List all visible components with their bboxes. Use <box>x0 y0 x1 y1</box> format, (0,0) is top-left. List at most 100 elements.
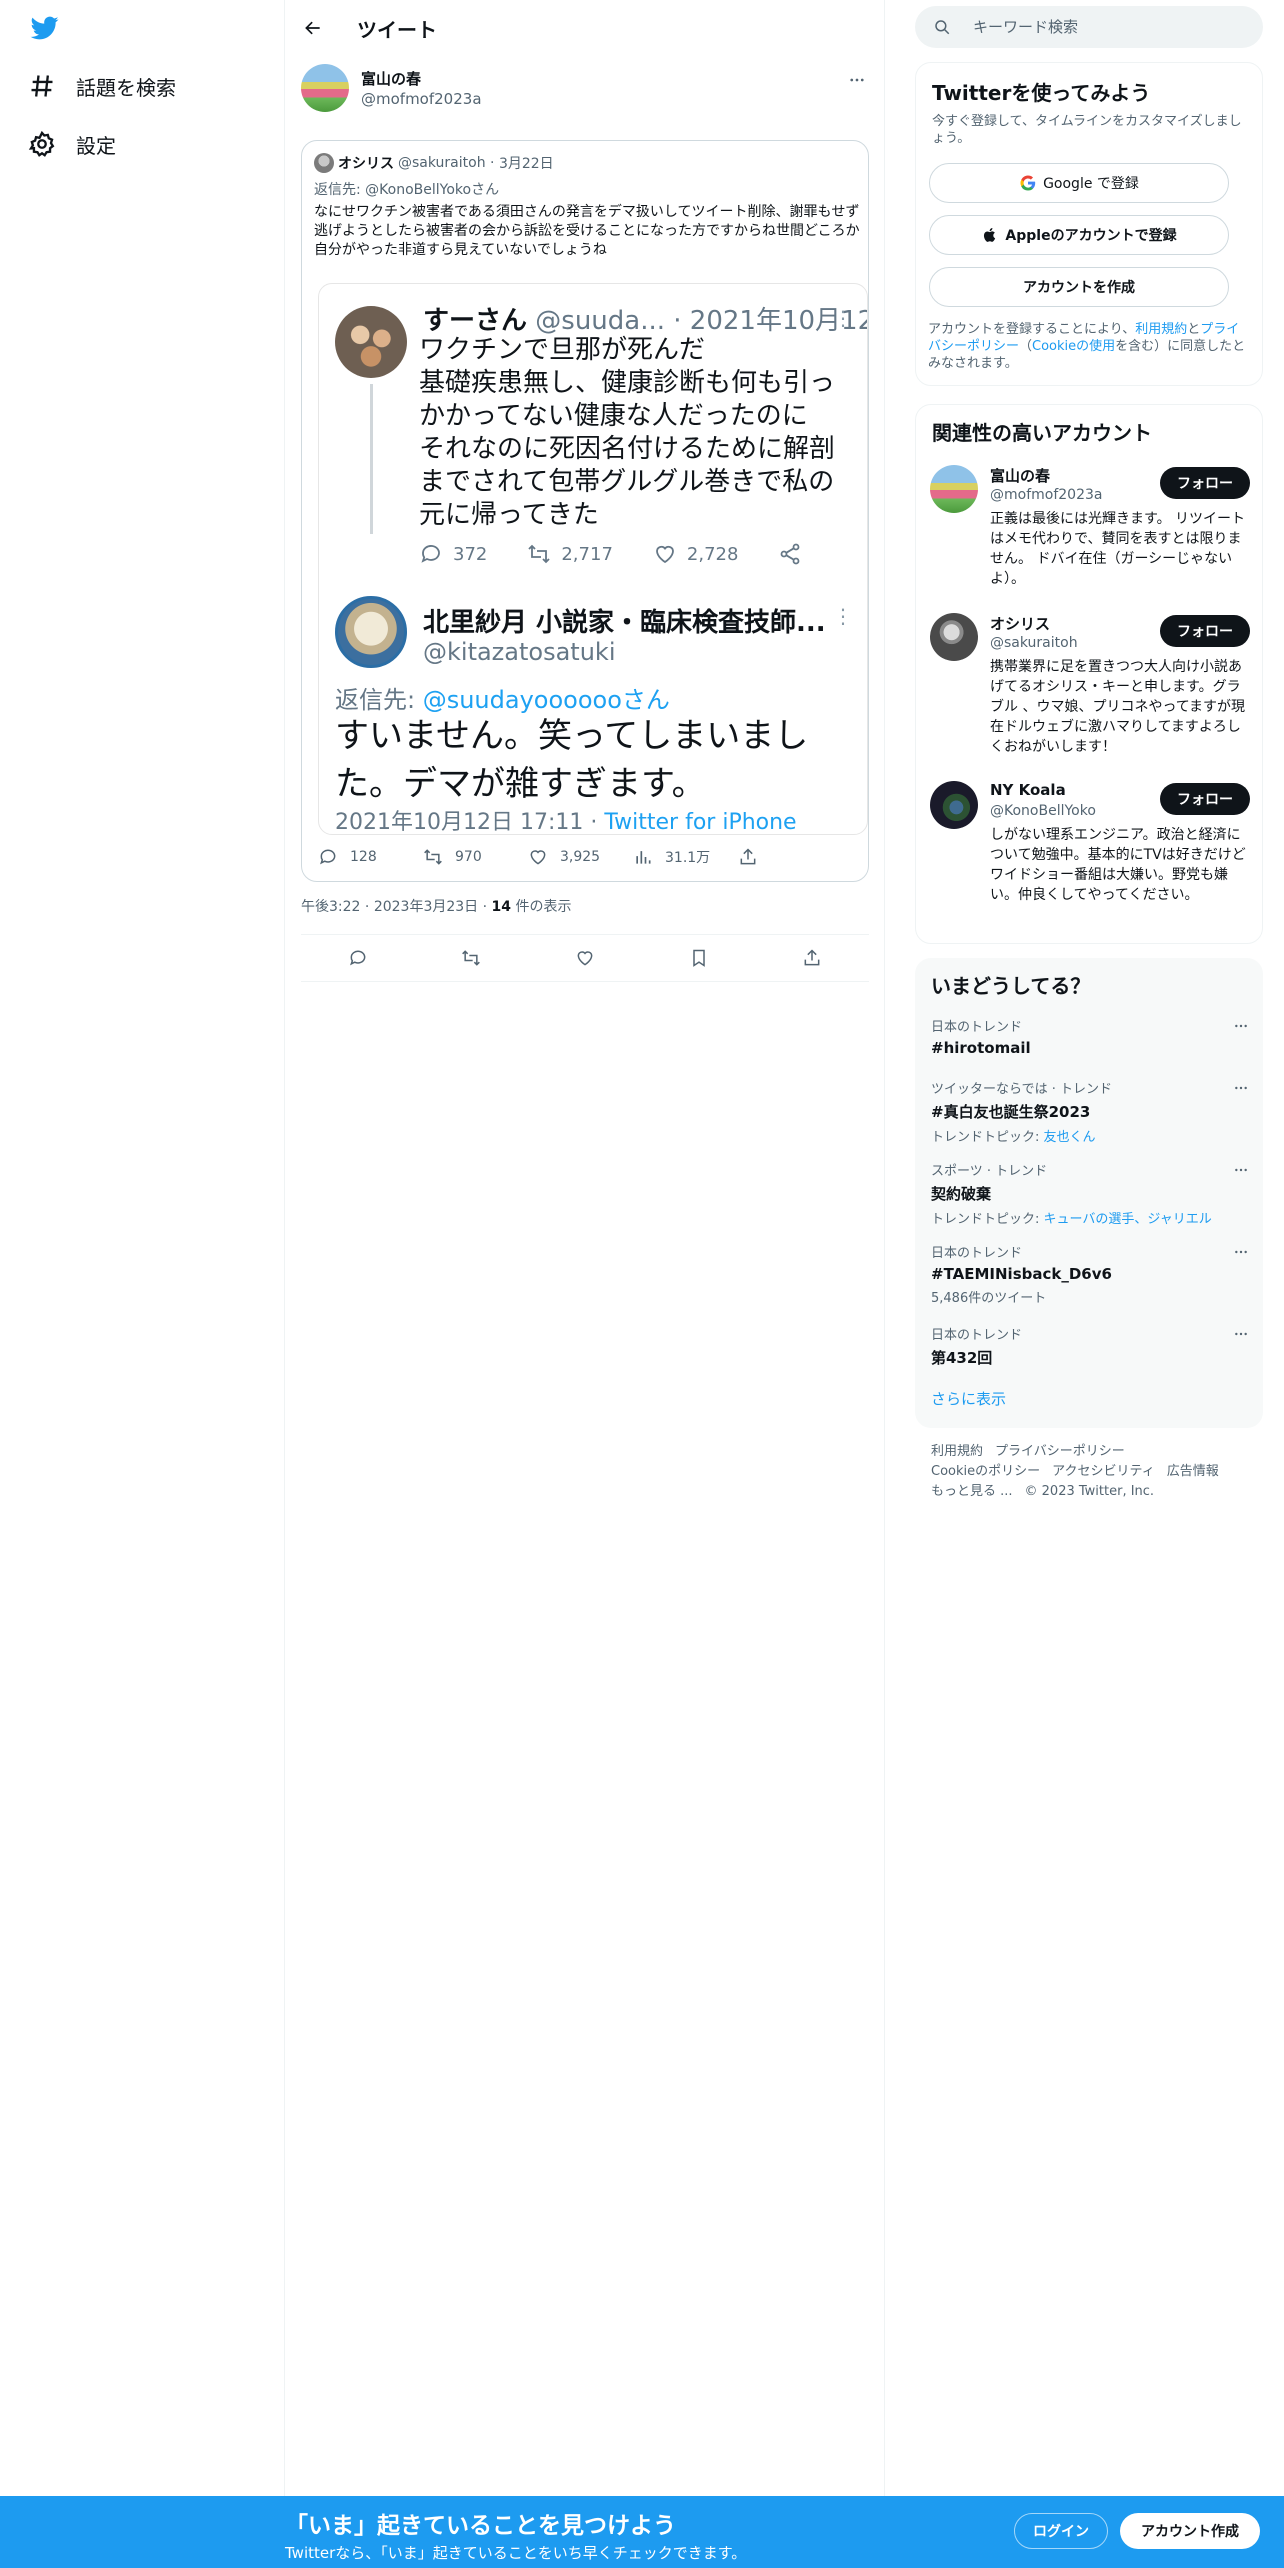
follow-button[interactable]: フォロー <box>1160 783 1250 815</box>
trend-more-button[interactable] <box>1231 1160 1251 1180</box>
like-button[interactable] <box>567 940 603 976</box>
terms-link[interactable]: 利用規約 <box>1135 322 1187 337</box>
nav-explore[interactable]: 話題を検索 <box>28 66 176 106</box>
avatar[interactable] <box>930 613 978 661</box>
avatar[interactable] <box>930 465 978 513</box>
analytics-icon <box>636 851 651 864</box>
quoted-like-button[interactable]: 3,925 <box>528 847 633 867</box>
related-account[interactable]: オシリス @sakuraitoh フォロー 携帯業界に足を置きつつ大人向け小説あ… <box>930 613 1250 763</box>
bookmark-button[interactable] <box>681 940 717 976</box>
quoted-like-count: 3,925 <box>560 849 601 865</box>
apple-signup-label: Appleのアカウントで登録 <box>1005 228 1177 244</box>
quoted-tweet-date: 3月22日 <box>498 156 554 172</box>
google-icon <box>1020 175 1036 191</box>
create-account-button[interactable]: アカウントを作成 <box>929 267 1229 307</box>
copyright: © 2023 Twitter, Inc. <box>1024 1484 1155 1499</box>
image-post2-time-line: 2021年10月12日 17:11 · Twitter for iPhone <box>335 804 797 835</box>
author-handle[interactable]: @mofmof2023a <box>361 90 482 108</box>
reply-to-link[interactable]: @KonoBellYoko <box>365 182 471 198</box>
nav-settings[interactable]: 設定 <box>28 124 116 164</box>
quoted-views-button[interactable]: 31.1万 <box>633 847 738 867</box>
trend-item[interactable]: 日本のトレンド #TAEMINisback_D6v6 5,486件のツイート <box>931 1242 1251 1306</box>
quoted-views-count: 31.1万 <box>665 850 711 866</box>
twitter-bird-icon[interactable] <box>28 14 62 42</box>
apple-signup-button[interactable]: Appleのアカウントで登録 <box>929 215 1229 255</box>
related-accounts-card: 関連性の高いアカウント 富山の春 @mofmof2023a フォロー 正義は最後… <box>915 404 1263 944</box>
quoted-author-handle: @sakuraitoh <box>398 155 486 171</box>
quoted-tweet[interactable]: オシリス @sakuraitoh · 3月22日 返信先: @KonoBellY… <box>301 140 869 882</box>
related-title: 関連性の高いアカウント <box>932 421 1152 445</box>
avatar[interactable] <box>930 781 978 829</box>
footer-link[interactable]: もっと見る ... <box>931 1484 1013 1499</box>
footer-link[interactable]: Cookieのポリシー <box>931 1464 1040 1479</box>
attached-screenshot-image[interactable]: すーさん @suuda... · 2021年10月12日 ⋮ ワクチンで旦那が死… <box>318 283 868 835</box>
trend-context: ツイッターならでは · トレンド <box>931 1082 1113 1097</box>
trend-more-button[interactable] <box>1231 1324 1251 1344</box>
tweet-time[interactable]: 午後3:22 <box>301 899 360 915</box>
back-button[interactable] <box>293 8 333 48</box>
footer-link[interactable]: アクセシビリティ <box>1052 1464 1155 1479</box>
related-account[interactable]: 富山の春 @mofmof2023a フォロー 正義は最後には光輝きます。 リツイ… <box>930 465 1250 595</box>
more-options-button[interactable] <box>845 68 869 92</box>
login-button[interactable]: ログイン <box>1014 2513 1108 2549</box>
image-more-icon-2: ⋮ <box>833 604 853 628</box>
image-post1-handle-date: @suuda... · 2021年10月12日 <box>527 306 868 336</box>
related-handle[interactable]: @mofmof2023a <box>990 487 1102 503</box>
arrow-left-icon <box>305 21 320 35</box>
related-name[interactable]: NY Koala <box>990 781 1066 799</box>
tweet-date[interactable]: 2023年3月23日 <box>374 899 478 915</box>
related-name[interactable]: オシリス <box>990 613 1050 634</box>
retweet-icon <box>462 950 481 966</box>
trend-context: 日本のトレンド <box>931 1246 1023 1261</box>
related-handle[interactable]: @sakuraitoh <box>990 635 1078 651</box>
related-handle[interactable]: @KonoBellYoko <box>990 803 1096 819</box>
quoted-share-button[interactable] <box>738 847 843 867</box>
signup-button[interactable]: アカウント作成 <box>1120 2513 1260 2549</box>
author-avatar[interactable] <box>301 64 349 112</box>
related-account[interactable]: NY Koala @KonoBellYoko フォロー しがない理系エンジニア。… <box>930 781 1250 931</box>
footer-link[interactable]: プライバシーポリシー <box>995 1444 1125 1459</box>
top-bar: ツイート <box>285 0 885 56</box>
left-navigation: 話題を検索 設定 <box>0 0 285 2568</box>
retweet-button[interactable] <box>453 940 489 976</box>
image-post1-actions: 372 2,717 2,728 <box>419 542 859 566</box>
share-button[interactable] <box>794 940 830 976</box>
trend-item[interactable]: スポーツ · トレンド 契約破棄 トレンドトピック: キューバの選手、ジャリエル <box>931 1160 1251 1227</box>
author-name[interactable]: 富山の春 <box>361 68 421 89</box>
tweet-author: 富山の春 @mofmof2023a <box>301 64 869 116</box>
trend-item[interactable]: ツイッターならでは · トレンド #真白友也誕生祭2023 トレンドトピック: … <box>931 1078 1251 1145</box>
show-more-link[interactable]: さらに表示 <box>931 1388 1006 1409</box>
image-post2-time: 2021年10月12日 17:11 · <box>335 810 605 835</box>
trend-item[interactable]: 日本のトレンド 第432回 <box>931 1324 1251 1368</box>
tweet-action-bar <box>301 934 869 982</box>
cookie-link[interactable]: Cookieの使用 <box>1032 339 1115 354</box>
trend-item[interactable]: 日本のトレンド #hirotomail <box>931 1016 1251 1057</box>
follow-button[interactable]: フォロー <box>1160 615 1250 647</box>
trend-topic: トレンドトピック: 友也くん <box>931 1126 1251 1145</box>
ellipsis-icon <box>1235 1168 1247 1172</box>
quoted-retweet-button[interactable]: 970 <box>423 847 528 867</box>
trend-name: #TAEMINisback_D6v6 <box>931 1265 1112 1283</box>
follow-button[interactable]: フォロー <box>1160 467 1250 499</box>
trend-more-button[interactable] <box>1231 1242 1251 1262</box>
banner-title: 「いま」起きていることを見つけよう <box>285 2513 676 2539</box>
ellipsis-icon <box>1235 1332 1247 1336</box>
page-title: ツイート <box>357 17 437 42</box>
reply-button[interactable] <box>340 940 376 976</box>
trend-name: 契約破棄 <box>931 1185 992 1203</box>
trend-more-button[interactable] <box>1231 1016 1251 1036</box>
search-box[interactable] <box>915 6 1263 48</box>
search-input[interactable] <box>973 18 1233 36</box>
related-name[interactable]: 富山の春 <box>990 465 1050 486</box>
trend-topic-link[interactable]: キューバの選手、ジャリエル <box>1044 1212 1212 1227</box>
create-account-label: アカウントを作成 <box>1023 280 1135 296</box>
quoted-reply-button[interactable]: 128 <box>318 847 423 867</box>
google-signup-button[interactable]: Google で登録 <box>929 163 1229 203</box>
image-reply-stat: 372 <box>419 542 487 566</box>
trend-more-button[interactable] <box>1231 1078 1251 1098</box>
trend-topic-link[interactable]: 友也くん <box>1044 1130 1096 1145</box>
footer-link[interactable]: 広告情報 <box>1167 1464 1219 1479</box>
signup-title: Twitterを使ってみよう <box>932 81 1151 105</box>
footer-link[interactable]: 利用規約 <box>931 1444 983 1459</box>
image-post2-handle: @kitazatosatuki <box>423 638 616 666</box>
